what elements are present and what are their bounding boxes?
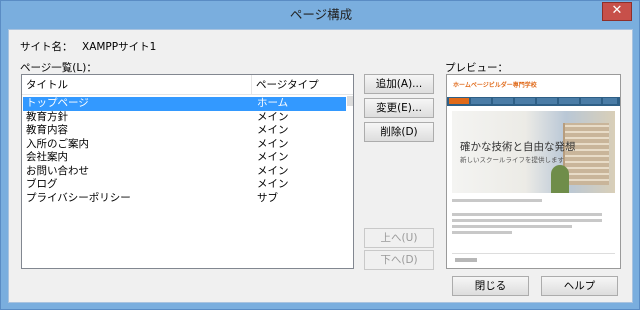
column-header-title[interactable]: タイトル — [22, 75, 252, 95]
list-item[interactable]: ブログ メイン — [23, 178, 346, 192]
tree-image — [551, 165, 569, 193]
close-button[interactable]: 閉じる — [452, 276, 529, 296]
preview-nav-bar — [447, 97, 620, 106]
preview-footer — [452, 253, 615, 267]
preview-subheadline: 新しいスクールライフを提供します — [460, 156, 564, 164]
preview-logo: ホームページビルダー専門学校 — [453, 82, 537, 89]
page-list-header: タイトル ページタイプ — [22, 75, 353, 95]
preview-text-line — [452, 231, 512, 234]
list-item-type: メイン — [257, 137, 289, 150]
add-button[interactable]: 追加(A)... — [364, 74, 434, 94]
list-item-title: 教育内容 — [26, 124, 68, 136]
list-item[interactable]: 教育方針 メイン — [23, 111, 346, 125]
site-name-label: サイト名： — [20, 41, 73, 53]
move-up-button[interactable]: 上へ(U) — [364, 228, 434, 248]
preview-headline: 確かな技術と自由な発想 — [460, 141, 576, 153]
preview-hero-image: 確かな技術と自由な発想 新しいスクールライフを提供します — [452, 111, 615, 193]
list-item-title: お問い合わせ — [26, 164, 89, 177]
list-item-title: 会社案内 — [26, 151, 68, 163]
move-down-button[interactable]: 下へ(D) — [364, 250, 434, 270]
page-structure-dialog: ページ構成 ✕ サイト名： XAMPPサイト1 ページ一覧(L)： タイトル ペ… — [0, 0, 640, 310]
list-item[interactable]: 教育内容 メイン — [23, 124, 346, 138]
page-list[interactable]: タイトル ページタイプ トップページ ホーム 教育方針 メイン 教育内容 メイン… — [21, 74, 354, 269]
list-item-type: メイン — [257, 164, 289, 177]
list-item-title: 入所のご案内 — [26, 137, 89, 150]
list-item-type: メイン — [257, 151, 289, 163]
list-item[interactable]: プライバシーポリシー サブ — [23, 192, 346, 206]
list-item-type: メイン — [257, 178, 289, 190]
change-button[interactable]: 変更(E)... — [364, 98, 434, 118]
list-item-title: ブログ — [26, 178, 58, 190]
list-item-title: プライバシーポリシー — [26, 191, 131, 204]
preview-text-line — [452, 219, 602, 222]
list-item-title: トップページ — [26, 97, 89, 109]
list-item-type: メイン — [257, 110, 289, 123]
list-item-type: メイン — [257, 124, 289, 136]
dialog-title: ページ構成 — [289, 7, 353, 22]
list-item[interactable]: 入所のご案内 メイン — [23, 138, 346, 152]
preview-text-line — [452, 199, 542, 202]
list-item[interactable]: お問い合わせ メイン — [23, 165, 346, 179]
site-name-value: XAMPPサイト1 — [82, 41, 157, 53]
close-icon[interactable]: ✕ — [602, 2, 632, 21]
preview-label: プレビュー： — [445, 62, 508, 74]
column-header-page-type[interactable]: ページタイプ — [252, 75, 353, 95]
help-button[interactable]: ヘルプ — [541, 276, 618, 296]
list-item-top-page[interactable]: トップページ ホーム — [23, 97, 346, 111]
preview-text-line — [452, 213, 602, 216]
list-item[interactable]: 会社案内 メイン — [23, 151, 346, 165]
dialog-body: サイト名： XAMPPサイト1 ページ一覧(L)： タイトル ページタイプ トッ… — [8, 29, 633, 303]
page-list-label: ページ一覧(L)： — [20, 62, 97, 74]
page-preview: ホームページビルダー専門学校 確かな技術と自由な発想 新しいスクールライフを提供… — [446, 74, 621, 269]
list-scroll-marker — [347, 96, 353, 106]
delete-button[interactable]: 削除(D) — [364, 122, 434, 142]
list-item-title: 教育方針 — [26, 110, 68, 123]
building-image — [563, 123, 609, 185]
preview-text-line — [452, 225, 572, 228]
preview-header: ホームページビルダー専門学校 — [447, 75, 620, 97]
list-item-type: サブ — [257, 191, 278, 204]
list-item-type: ホーム — [257, 97, 289, 109]
